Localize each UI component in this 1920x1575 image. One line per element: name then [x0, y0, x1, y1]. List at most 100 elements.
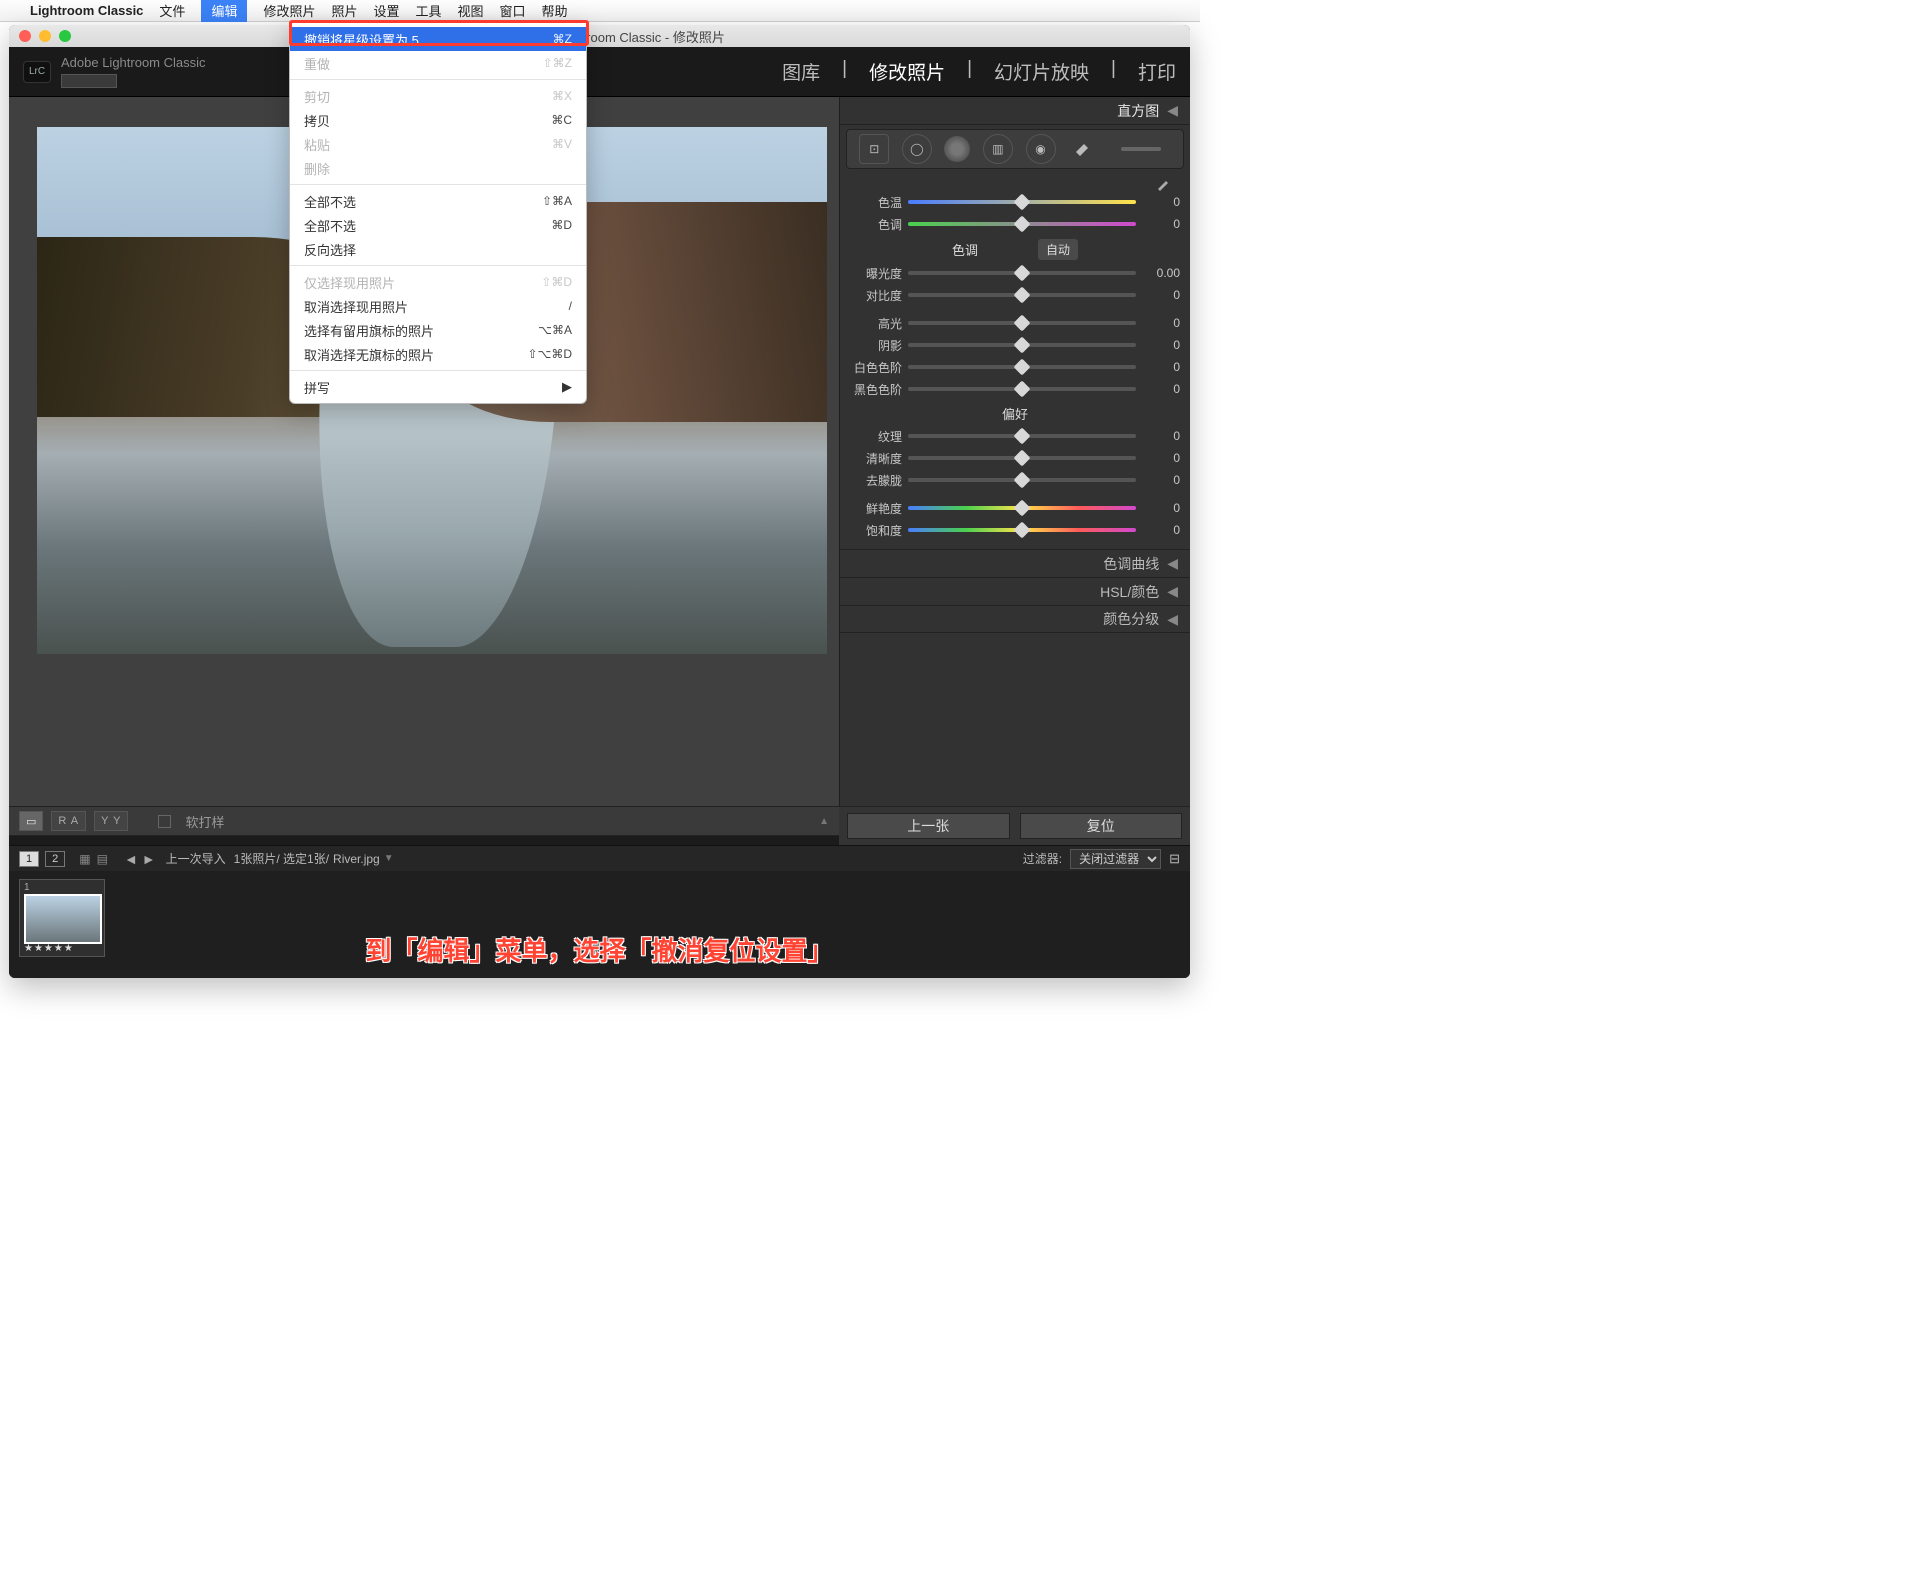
dehaze-value[interactable]: 0: [1136, 473, 1180, 487]
reset-button[interactable]: 复位: [1020, 813, 1183, 839]
menu-tools[interactable]: 工具: [416, 1, 442, 20]
nav-fwd-icon[interactable]: ►: [142, 851, 156, 867]
right-panel: 直方图◀ ⊡ ◯ ▥ ◉ 色温0 色调0 色调自动 曝光度0: [839, 97, 1190, 806]
app-name[interactable]: Lightroom Classic: [30, 3, 143, 18]
before-after-ra-icon[interactable]: R A: [51, 811, 86, 831]
exposure-value[interactable]: 0.00: [1136, 266, 1180, 280]
temp-value[interactable]: 0: [1136, 195, 1180, 209]
menu-item: 剪切 ⌘X: [290, 84, 586, 108]
menu-item[interactable]: 选择有留用旗标的照片⌥⌘A: [290, 318, 586, 342]
saturation-slider[interactable]: [908, 528, 1136, 532]
module-print[interactable]: 打印: [1138, 58, 1176, 85]
menu-item[interactable]: 拼写▶: [290, 375, 586, 399]
menu-file[interactable]: 文件: [159, 1, 185, 20]
panel-color-grading[interactable]: 颜色分级◀: [840, 605, 1190, 633]
menu-shortcut: ⌥⌘A: [538, 323, 572, 337]
screen-1-button[interactable]: 1: [19, 851, 39, 867]
zoom-icon[interactable]: [59, 30, 71, 42]
shadows-slider[interactable]: [908, 343, 1136, 347]
menu-item-label: 反向选择: [304, 240, 356, 259]
highlights-slider[interactable]: [908, 321, 1136, 325]
panel-tone-curve[interactable]: 色调曲线◀: [840, 549, 1190, 577]
contrast-value[interactable]: 0: [1136, 288, 1180, 302]
filter-lock-icon[interactable]: ⊟: [1169, 851, 1180, 867]
menu-view[interactable]: 视图: [458, 1, 484, 20]
redeye-tool-icon[interactable]: [944, 136, 970, 162]
menu-item-label: 剪切: [304, 87, 330, 106]
brand-label: Adobe Lightroom Classic: [61, 55, 206, 70]
tint-slider[interactable]: [908, 222, 1136, 226]
tint-value[interactable]: 0: [1136, 217, 1180, 231]
masking-slider-icon[interactable]: [1111, 134, 1171, 164]
before-after-yy-icon[interactable]: Y Y: [94, 811, 128, 831]
brush-tool-icon[interactable]: [1068, 134, 1098, 164]
dehaze-slider[interactable]: [908, 478, 1136, 482]
blacks-slider[interactable]: [908, 387, 1136, 391]
radial-tool-icon[interactable]: ◉: [1026, 134, 1056, 164]
submenu-arrow-icon: ▶: [562, 379, 572, 395]
nav-back-icon[interactable]: ◄: [124, 851, 138, 867]
menu-shortcut: ⌘X: [552, 89, 572, 103]
texture-value[interactable]: 0: [1136, 429, 1180, 443]
menu-item-label: 全部不选: [304, 216, 356, 235]
grid-view-icon[interactable]: ▦: [79, 852, 90, 866]
menu-edit[interactable]: 编辑: [201, 0, 247, 22]
gradient-tool-icon[interactable]: ▥: [983, 134, 1013, 164]
minimize-icon[interactable]: [39, 30, 51, 42]
softproof-checkbox[interactable]: [158, 815, 171, 828]
clarity-slider[interactable]: [908, 456, 1136, 460]
crop-tool-icon[interactable]: ⊡: [859, 134, 889, 164]
blacks-label: 黑色色阶: [850, 381, 908, 398]
contrast-label: 对比度: [850, 287, 908, 304]
tool-strip: ⊡ ◯ ▥ ◉: [846, 129, 1184, 169]
menu-item: 重做⇧⌘Z: [290, 51, 586, 75]
contrast-slider[interactable]: [908, 293, 1136, 297]
menu-item[interactable]: 全部不选⌘D: [290, 213, 586, 237]
module-slideshow[interactable]: 幻灯片放映: [994, 58, 1089, 85]
previous-button[interactable]: 上一张: [847, 813, 1010, 839]
vibrance-value[interactable]: 0: [1136, 501, 1180, 515]
menu-develop[interactable]: 修改照片: [263, 1, 315, 20]
menu-item[interactable]: 拷贝⌘C: [290, 108, 586, 132]
sort-icon[interactable]: ▤: [97, 852, 108, 866]
eyedropper-icon[interactable]: [1156, 177, 1174, 191]
shadows-value[interactable]: 0: [1136, 338, 1180, 352]
whites-value[interactable]: 0: [1136, 360, 1180, 374]
filename-label[interactable]: River.jpg: [333, 852, 380, 866]
module-bar: LrC Adobe Lightroom Classic 图库| 修改照片| 幻灯…: [9, 47, 1190, 97]
temp-slider[interactable]: [908, 200, 1136, 204]
highlights-label: 高光: [850, 315, 908, 332]
menu-settings[interactable]: 设置: [373, 1, 399, 20]
menu-item[interactable]: 全部不选⇧⌘A: [290, 189, 586, 213]
toolbar-expand-icon[interactable]: ▲: [819, 816, 829, 827]
menu-item[interactable]: 撤销将星级设置为 5⌘Z: [290, 27, 586, 51]
texture-slider[interactable]: [908, 434, 1136, 438]
menu-window[interactable]: 窗口: [500, 1, 526, 20]
exposure-slider[interactable]: [908, 271, 1136, 275]
close-icon[interactable]: [19, 30, 31, 42]
loupe-view-icon[interactable]: ▭: [19, 811, 43, 831]
menu-item[interactable]: 反向选择: [290, 237, 586, 261]
menu-help[interactable]: 帮助: [542, 1, 568, 20]
blacks-value[interactable]: 0: [1136, 382, 1180, 396]
menu-item[interactable]: 取消选择无旗标的照片⇧⌥⌘D: [290, 342, 586, 366]
image-toolbar: ▭ R A Y Y 软打样 ▲: [9, 806, 839, 836]
menu-photo[interactable]: 照片: [331, 1, 357, 20]
spot-tool-icon[interactable]: ◯: [902, 134, 932, 164]
panel-histogram-header[interactable]: 直方图◀: [840, 97, 1190, 125]
clarity-value[interactable]: 0: [1136, 451, 1180, 465]
auto-button[interactable]: 自动: [1038, 239, 1078, 260]
whites-slider[interactable]: [908, 365, 1136, 369]
panel-hsl[interactable]: HSL/颜色◀: [840, 577, 1190, 605]
filter-select[interactable]: 关闭过滤器: [1070, 849, 1161, 869]
filename-dropdown-icon[interactable]: ▼: [384, 853, 394, 864]
module-library[interactable]: 图库: [782, 58, 820, 85]
identity-plate[interactable]: [61, 74, 117, 88]
module-develop[interactable]: 修改照片: [869, 58, 945, 85]
vibrance-slider[interactable]: [908, 506, 1136, 510]
highlights-value[interactable]: 0: [1136, 316, 1180, 330]
screen-2-button[interactable]: 2: [45, 851, 65, 867]
path-label[interactable]: 上一次导入: [166, 850, 226, 867]
menu-item[interactable]: 取消选择现用照片/: [290, 294, 586, 318]
saturation-value[interactable]: 0: [1136, 523, 1180, 537]
